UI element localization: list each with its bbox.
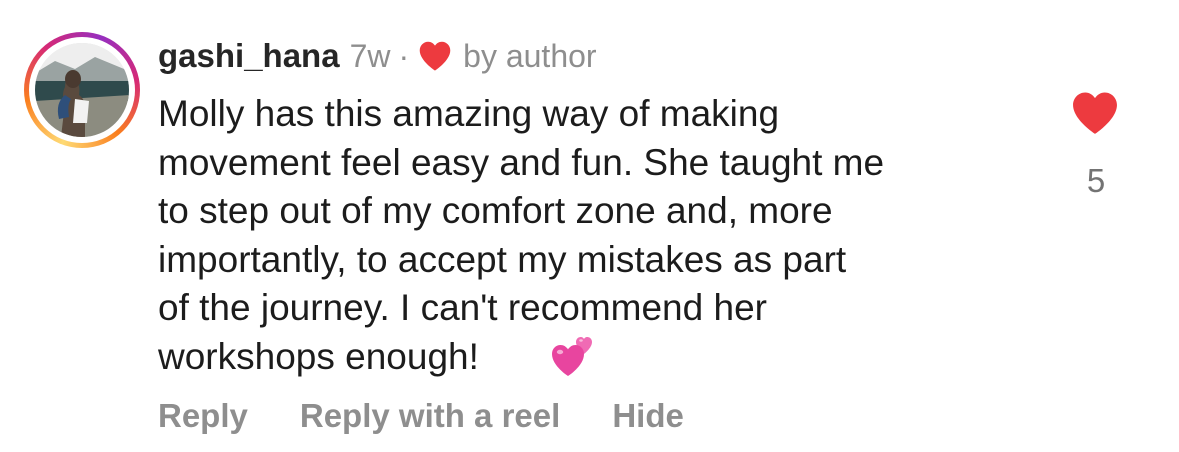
comment-header: gashi_hana 7w · by author — [158, 36, 597, 76]
like-heart-icon[interactable] — [1069, 90, 1121, 136]
avatar-border — [29, 37, 135, 143]
profile-photo-icon — [35, 43, 129, 137]
hide-button[interactable]: Hide — [612, 397, 684, 435]
separator-dot: · — [398, 37, 410, 74]
two-hearts-emoji-icon — [548, 330, 604, 380]
like-count: 5 — [1086, 162, 1106, 199]
comment-time: 7w — [349, 37, 391, 74]
comment-actions: Reply Reply with a reel Hide — [158, 392, 684, 440]
reply-button[interactable]: Reply — [158, 397, 248, 435]
heart-icon — [417, 40, 453, 72]
reply-with-reel-button[interactable]: Reply with a reel — [300, 397, 560, 435]
username[interactable]: gashi_hana — [158, 37, 340, 75]
avatar[interactable] — [24, 32, 140, 148]
avatar-photo — [35, 43, 129, 137]
liked-by-author-label: by author — [463, 37, 597, 74]
